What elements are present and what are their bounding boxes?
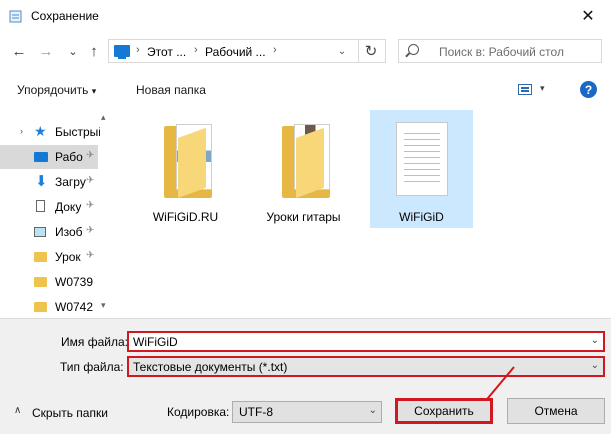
file-name: WiFiGiD	[399, 210, 444, 224]
close-button[interactable]: ✕	[565, 0, 611, 32]
pin-icon: ✈	[86, 150, 95, 161]
chevron-down-icon[interactable]: ⌄	[591, 335, 599, 346]
pin-icon: ✈	[86, 200, 95, 211]
organize-button[interactable]: Упорядочить ▾	[17, 83, 96, 97]
image-icon	[34, 227, 46, 237]
hide-folders-button[interactable]: Скрыть папки	[32, 406, 108, 420]
file-item-wifigid-ru[interactable]: WiFiGiD.RU	[134, 110, 237, 228]
sidebar-item-pictures[interactable]: Изоб ✈	[0, 220, 98, 244]
text-file-icon	[396, 122, 448, 196]
sidebar-item-label: Быстрый	[55, 125, 100, 139]
recent-locations-button[interactable]: ⌄	[62, 40, 84, 62]
view-options-icon[interactable]	[518, 84, 532, 95]
chevron-right-icon[interactable]: ›	[20, 126, 23, 136]
file-list: WiFiGiD.RU Уроки гитары WiFiGiD	[112, 104, 611, 318]
filetype-value: Текстовые документы (*.txt)	[133, 360, 288, 374]
file-name: WiFiGiD.RU	[152, 210, 219, 224]
filetype-label: Тип файла:	[60, 360, 124, 374]
encoding-select[interactable]: UTF-8 ⌄	[232, 401, 382, 423]
new-folder-button[interactable]: Новая папка	[136, 83, 206, 97]
refresh-icon: ↻	[364, 43, 378, 60]
file-item-guitar-lessons[interactable]: Уроки гитары	[252, 110, 355, 228]
chevron-down-icon[interactable]: ⌄	[591, 360, 599, 371]
breadcrumb-separator: ›	[194, 44, 198, 56]
notepad-icon	[9, 10, 22, 23]
breadcrumb-desktop[interactable]: Рабочий ...	[205, 45, 266, 59]
title-bar: Сохранение ✕	[0, 0, 611, 32]
scroll-down-icon[interactable]: ▾	[101, 300, 106, 311]
arrow-up-icon: ↑	[90, 42, 98, 60]
pin-icon: ✈	[86, 250, 95, 261]
toolbar: Упорядочить ▾ Новая папка ▾ ?	[0, 76, 611, 104]
chevron-down-icon: ⌄	[68, 45, 78, 58]
back-button[interactable]: ←	[8, 40, 30, 62]
desktop-icon	[34, 152, 48, 162]
arrow-left-icon: ←	[11, 42, 27, 60]
pin-icon: ✈	[86, 225, 95, 236]
chevron-down-icon: ⌄	[337, 45, 347, 57]
breadcrumb-separator: ›	[136, 44, 140, 56]
filetype-select[interactable]: Текстовые документы (*.txt) ⌄	[127, 356, 605, 377]
file-name: Уроки гитары	[266, 210, 341, 224]
help-icon[interactable]: ?	[580, 81, 597, 98]
breadcrumb-separator: ›	[273, 44, 277, 56]
caret-down-icon[interactable]: ▾	[540, 83, 545, 94]
sidebar-item-label: W0742 н	[55, 300, 97, 314]
sidebar-item-downloads[interactable]: ⬇ Загру ✈	[0, 170, 98, 194]
scroll-up-icon[interactable]: ▴	[101, 112, 106, 123]
document-icon	[36, 200, 45, 212]
search-input[interactable]: Поиск в: Рабочий стол	[398, 39, 602, 63]
filename-label: Имя файла:	[61, 335, 128, 349]
organize-label: Упорядочить	[17, 83, 89, 97]
sidebar-item-guitar-lessons[interactable]: Урок ✈	[0, 245, 98, 269]
star-icon: ★	[34, 123, 47, 139]
search-icon	[408, 44, 419, 55]
cancel-button[interactable]: Отмена	[507, 398, 605, 424]
address-dropdown-button[interactable]: ⌄	[333, 40, 351, 62]
search-placeholder: Поиск в: Рабочий стол	[439, 45, 564, 59]
window-title: Сохранение	[31, 9, 99, 23]
download-icon: ⬇	[35, 173, 48, 190]
sidebar-item-desktop[interactable]: Рабо ✈	[0, 145, 98, 169]
sidebar-item-w0742[interactable]: W0742 н	[0, 295, 98, 318]
filename-value: WiFiGiD	[133, 335, 178, 349]
arrow-right-icon: →	[38, 42, 54, 60]
refresh-button[interactable]: ↻	[358, 40, 383, 62]
computer-icon	[114, 45, 130, 59]
sidebar-scrollbar[interactable]	[98, 112, 112, 318]
encoding-value: UTF-8	[239, 405, 273, 419]
up-button[interactable]: ↑	[83, 40, 105, 62]
close-icon: ✕	[581, 8, 595, 25]
file-item-wifigid-txt[interactable]: WiFiGiD	[370, 110, 473, 228]
sidebar-item-w0739[interactable]: W0739 г	[0, 270, 98, 294]
save-button[interactable]: Сохранить	[395, 398, 493, 424]
folder-icon	[34, 252, 47, 262]
sidebar-item-documents[interactable]: Доку ✈	[0, 195, 98, 219]
folder-icon	[34, 277, 47, 287]
forward-button[interactable]: →	[35, 40, 57, 62]
folder-icon	[34, 302, 47, 312]
navigation-pane: › ★ Быстрый Рабо ✈ ⬇ Загру ✈ Доку ✈ Изоб…	[0, 112, 112, 318]
encoding-label: Кодировка:	[167, 405, 230, 419]
save-dialog: Сохранение ✕ ← → ⌄ ↑ › Этот ... › Рабочи…	[0, 0, 611, 434]
sidebar-item-quick-access[interactable]: › ★ Быстрый	[0, 120, 100, 144]
caret-down-icon: ▾	[91, 86, 97, 96]
breadcrumb-this-pc[interactable]: Этот ...	[147, 45, 186, 59]
chevron-up-icon[interactable]: ∧	[14, 405, 21, 416]
chevron-down-icon: ⌄	[368, 405, 377, 416]
filename-input[interactable]: WiFiGiD ⌄	[127, 331, 605, 352]
pin-icon: ✈	[86, 175, 95, 186]
sidebar-item-label: W0739 г	[55, 275, 97, 289]
